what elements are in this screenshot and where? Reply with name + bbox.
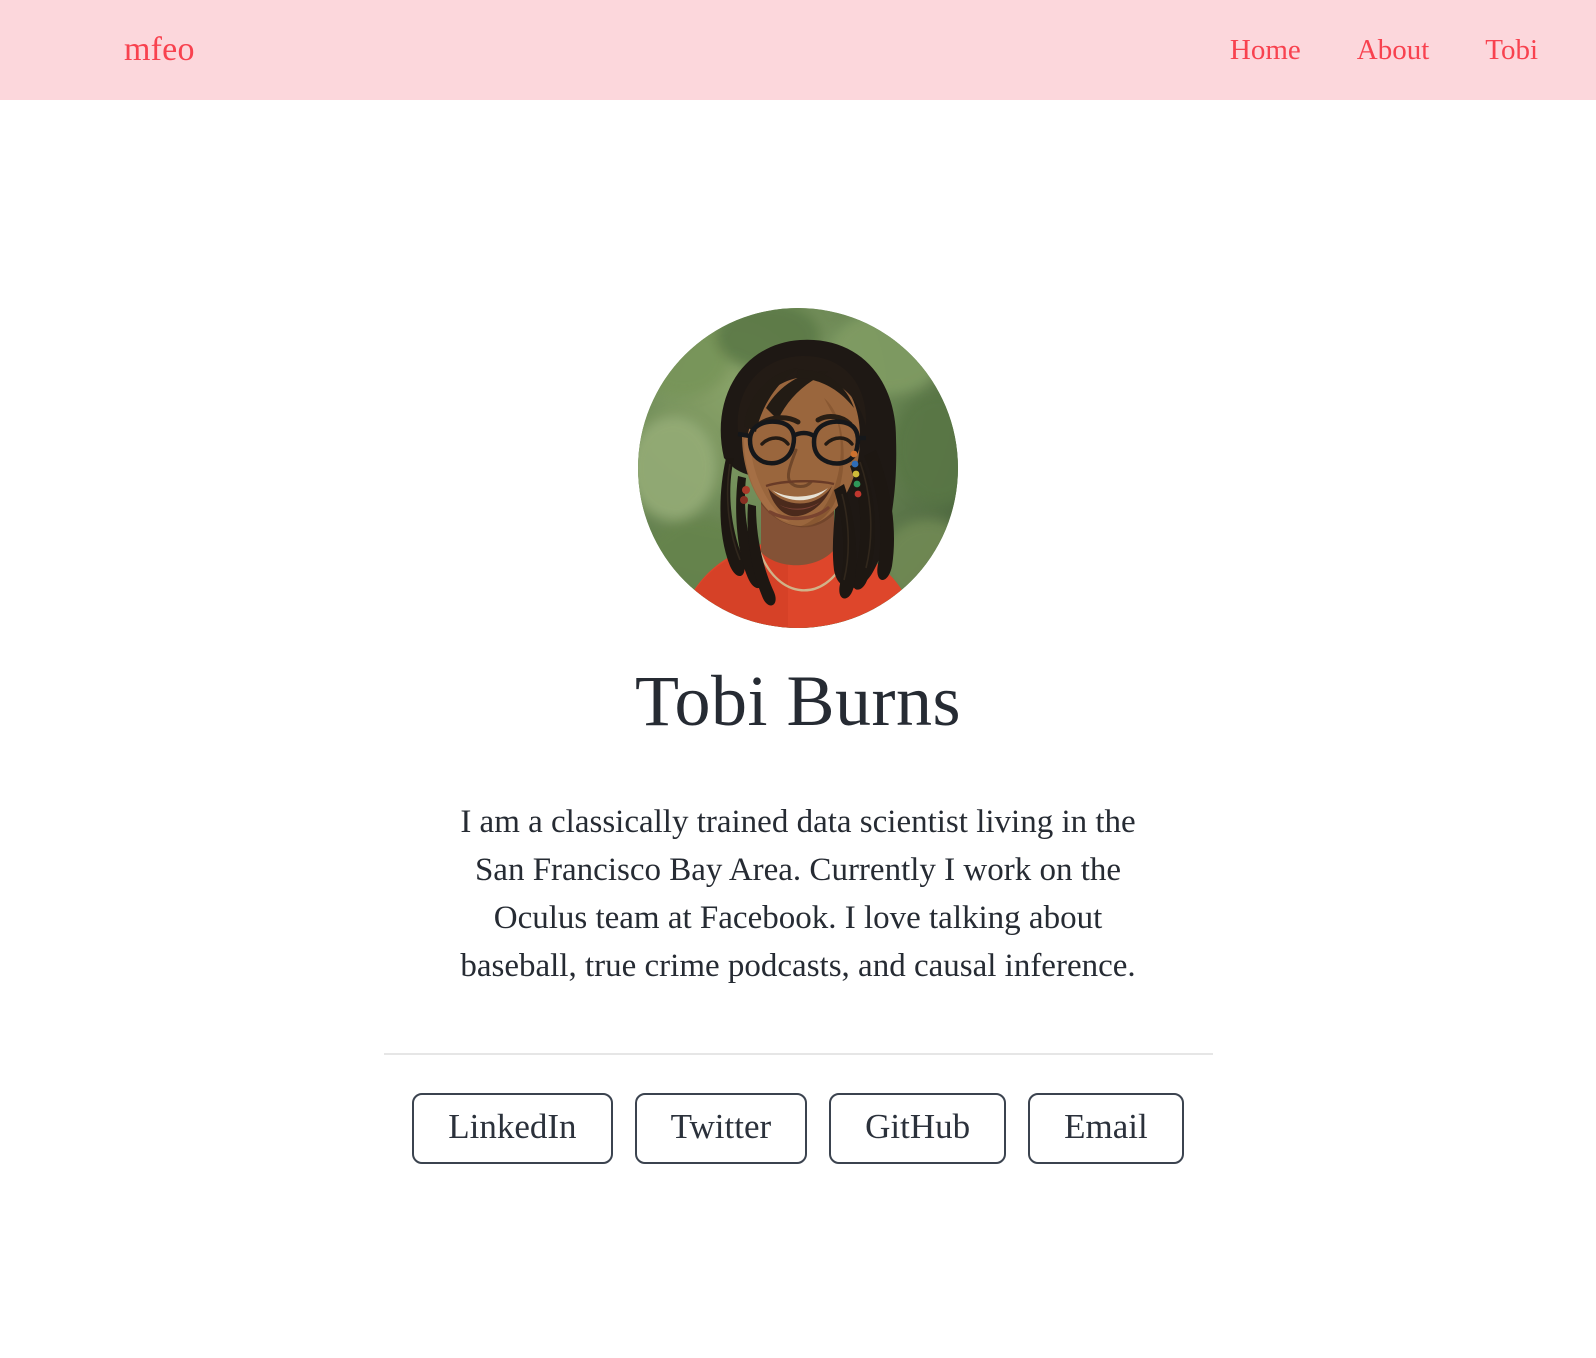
avatar <box>638 308 958 628</box>
nav-link-about[interactable]: About <box>1357 35 1430 65</box>
linkedin-button[interactable]: LinkedIn <box>412 1092 613 1164</box>
site-header: mfeo Home About Tobi <box>0 0 1596 100</box>
main-navigation: Home About Tobi <box>1230 35 1538 65</box>
profile-bio: I am a classically trained data scientis… <box>460 804 1136 984</box>
nav-link-home[interactable]: Home <box>1230 35 1301 65</box>
nav-link-tobi[interactable]: Tobi <box>1485 35 1538 65</box>
main-content: Tobi Burns I am a classically trained da… <box>0 100 1596 1164</box>
page-title: Tobi Burns <box>635 661 961 741</box>
social-links: LinkedIn Twitter GitHub Email <box>412 1092 1184 1164</box>
avatar-wrapper <box>638 308 958 628</box>
site-logo[interactable]: mfeo <box>124 33 195 67</box>
email-button[interactable]: Email <box>1028 1092 1184 1164</box>
github-button[interactable]: GitHub <box>829 1092 1007 1164</box>
section-divider <box>383 1052 1213 1055</box>
twitter-button[interactable]: Twitter <box>634 1092 808 1164</box>
avatar-photo <box>638 308 958 628</box>
